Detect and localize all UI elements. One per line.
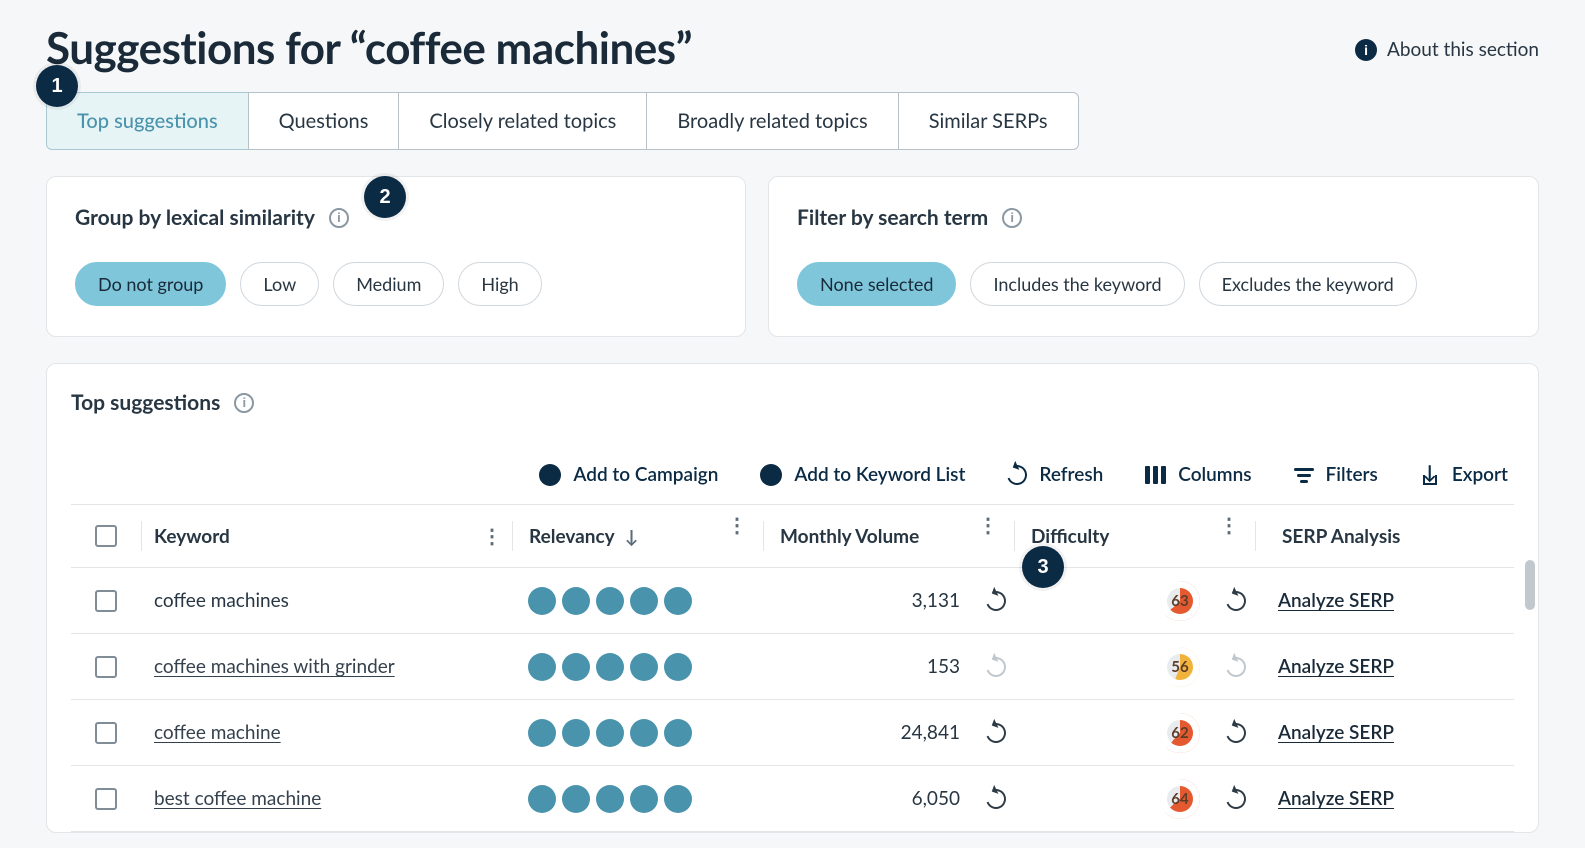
info-icon[interactable]: i — [234, 393, 254, 413]
keyword-text[interactable]: best coffee machine — [154, 787, 321, 810]
relevancy-dots — [528, 785, 762, 813]
info-icon[interactable]: i — [329, 208, 349, 228]
difficulty-gauge: 64 — [1160, 779, 1200, 819]
refresh-icon[interactable] — [983, 653, 1010, 680]
refresh-icon[interactable] — [1223, 653, 1250, 680]
refresh-icon[interactable] — [1223, 719, 1250, 746]
filter-icon — [1294, 468, 1314, 482]
tab-similar-serps[interactable]: Similar SERPs — [898, 92, 1079, 150]
group-pill-do-not-group[interactable]: Do not group — [75, 262, 226, 306]
export-button[interactable]: Export — [1420, 463, 1508, 486]
info-icon[interactable]: i — [1002, 208, 1022, 228]
filters-button[interactable]: Filters — [1294, 463, 1378, 486]
tabs: Top suggestions Questions Closely relate… — [46, 92, 1539, 150]
select-all-checkbox[interactable] — [95, 525, 117, 547]
monthly-volume: 153 — [880, 655, 960, 678]
relevancy-dots — [528, 719, 762, 747]
export-icon — [1420, 465, 1440, 485]
col-relevancy[interactable]: Relevancy — [529, 525, 614, 548]
annotation-badge-1: 1 — [36, 65, 78, 107]
filter-by-title: Filter by search term — [797, 205, 988, 230]
analyze-serp-link[interactable]: Analyze SERP — [1278, 655, 1394, 678]
about-section-link[interactable]: i About this section — [1355, 38, 1539, 61]
refresh-icon[interactable] — [1223, 785, 1250, 812]
annotation-badge-3: 3 — [1022, 546, 1064, 588]
add-to-keyword-list-button[interactable]: + Add to Keyword List — [760, 463, 965, 486]
table-toolbar: + Add to Campaign + Add to Keyword List … — [71, 463, 1514, 486]
filter-pill-none[interactable]: None selected — [797, 262, 956, 306]
results-table: Keyword ⋮ Relevancy ↓ ⋮ Monthly Volume ⋮… — [71, 504, 1514, 832]
analyze-serp-link[interactable]: Analyze SERP — [1278, 787, 1394, 810]
col-difficulty[interactable]: Difficulty — [1031, 525, 1109, 548]
group-pill-high[interactable]: High — [458, 262, 541, 306]
analyze-serp-link[interactable]: Analyze SERP — [1278, 589, 1394, 612]
analyze-serp-link[interactable]: Analyze SERP — [1278, 721, 1394, 744]
table-header: Keyword ⋮ Relevancy ↓ ⋮ Monthly Volume ⋮… — [71, 504, 1514, 568]
refresh-button[interactable]: Refresh — [1007, 463, 1103, 486]
annotation-badge-2: 2 — [364, 176, 406, 218]
row-checkbox[interactable] — [95, 656, 117, 678]
table-body: coffee machines3,13163Analyze SERPcoffee… — [71, 568, 1514, 832]
tab-broadly-related[interactable]: Broadly related topics — [646, 92, 898, 150]
sort-desc-icon: ↓ — [625, 525, 639, 547]
refresh-icon — [1004, 461, 1031, 488]
columns-button[interactable]: Columns — [1145, 463, 1251, 486]
info-icon: i — [1355, 39, 1377, 61]
tab-questions[interactable]: Questions — [248, 92, 400, 150]
col-keyword[interactable]: Keyword — [154, 525, 230, 548]
refresh-icon[interactable] — [1223, 587, 1250, 614]
filter-pill-excludes[interactable]: Excludes the keyword — [1199, 262, 1417, 306]
table-scrollbar[interactable] — [1525, 560, 1535, 610]
group-by-title: Group by lexical similarity — [75, 205, 315, 230]
difficulty-gauge: 56 — [1160, 647, 1200, 687]
monthly-volume: 3,131 — [880, 589, 960, 612]
group-pill-low[interactable]: Low — [240, 262, 319, 306]
refresh-icon[interactable] — [983, 785, 1010, 812]
filter-by-card: Filter by search term i None selected In… — [768, 176, 1539, 337]
page-title: Suggestions for “coffee machines” — [46, 22, 692, 74]
add-to-campaign-button[interactable]: + Add to Campaign — [539, 463, 718, 486]
table-row: coffee machine 24,841 62 Analyze SERP — [71, 700, 1514, 766]
filter-pill-includes[interactable]: Includes the keyword — [970, 262, 1184, 306]
keyword-text[interactable]: coffee machines with grinder — [154, 655, 395, 678]
refresh-icon[interactable] — [983, 719, 1010, 746]
section-title: Top suggestions — [71, 390, 220, 415]
monthly-volume: 6,050 — [880, 787, 960, 810]
keyword-text[interactable]: coffee machine — [154, 721, 281, 744]
col-volume[interactable]: Monthly Volume — [780, 525, 919, 548]
monthly-volume: 24,841 — [880, 721, 960, 744]
plus-icon: + — [539, 464, 561, 486]
columns-icon — [1145, 466, 1166, 484]
plus-icon: + — [760, 464, 782, 486]
group-pill-medium[interactable]: Medium — [333, 262, 444, 306]
row-checkbox[interactable] — [95, 590, 117, 612]
relevancy-dots — [528, 653, 762, 681]
relevancy-dots — [528, 587, 762, 615]
about-label: About this section — [1387, 38, 1539, 61]
row-checkbox[interactable] — [95, 788, 117, 810]
results-card: Top suggestions i + Add to Campaign + Ad… — [46, 363, 1539, 833]
tab-closely-related[interactable]: Closely related topics — [398, 92, 647, 150]
difficulty-gauge: 62 — [1160, 713, 1200, 753]
keyword-text: coffee machines — [154, 589, 289, 612]
row-checkbox[interactable] — [95, 722, 117, 744]
refresh-icon[interactable] — [983, 587, 1010, 614]
page-container: 1 2 3 Suggestions for “coffee machines” … — [0, 0, 1585, 833]
table-row: best coffee machine 6,050 64 Analyze SERP — [71, 766, 1514, 832]
tab-top-suggestions[interactable]: Top suggestions — [46, 92, 249, 150]
difficulty-gauge: 63 — [1160, 581, 1200, 621]
col-serp[interactable]: SERP Analysis — [1282, 525, 1400, 548]
table-row: coffee machines with grinder 153 56 Analyze… — [71, 634, 1514, 700]
table-row: coffee machines 3,131 63 Analyze SERP — [71, 568, 1514, 634]
